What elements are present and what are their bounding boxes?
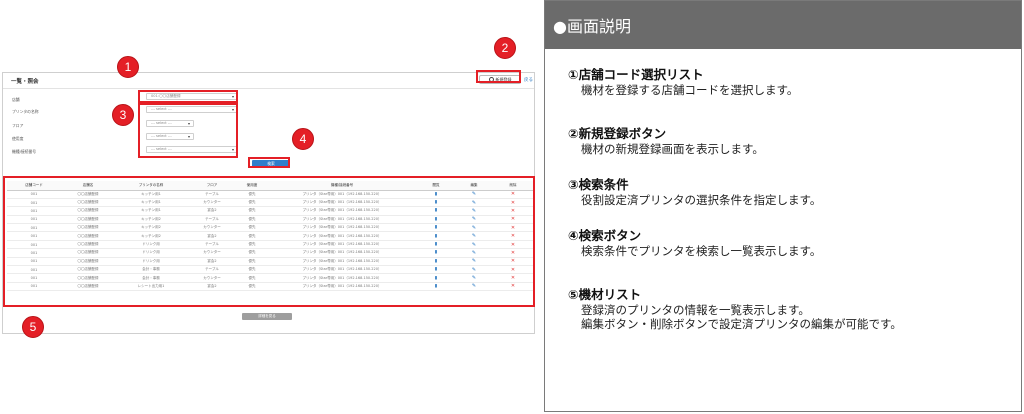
callout-5: 5	[22, 316, 44, 338]
page-title: 一覧・照会	[11, 79, 39, 85]
document-root: 一覧・照会 新規登録 戻る 店舗 001:〇〇店舗登録 ▾ プリンタの名称 --…	[0, 0, 1024, 414]
description-item-title: ③検索条件	[568, 177, 629, 192]
printer-name-label: プリンタの名称	[12, 109, 39, 114]
description-item-title: ②新規登録ボタン	[568, 126, 667, 141]
description-item-text: 機材を登録する店舗コードを選択します。	[581, 83, 799, 97]
highlight-register-button	[476, 70, 521, 83]
callout-2: 2	[494, 37, 516, 59]
description-item-title: ④検索ボタン	[568, 228, 642, 243]
description-item: ④検索ボタン 検索条件でプリンタを検索し一覧表示します。	[568, 225, 821, 258]
description-item: ③検索条件 役割設定済プリンタの選択条件を指定します。	[568, 174, 821, 207]
use-label: 使用度	[12, 136, 24, 141]
model-label: 機種/接続番号	[12, 149, 37, 154]
description-item-title: ⑤機材リスト	[568, 287, 642, 302]
floor-label: フロア	[12, 123, 24, 128]
description-item: ①店舗コード選択リスト 機材を登録する店舗コードを選択します。	[568, 64, 798, 97]
more-button[interactable]: 詳細を見る	[242, 313, 292, 320]
description-item-text: 役割設定済プリンタの選択条件を指定します。	[581, 193, 822, 207]
description-item: ⑤機材リスト 登録済のプリンタの情報を一覧表示します。 編集ボタン・削除ボタンで…	[568, 284, 902, 331]
callout-4: 4	[292, 128, 314, 150]
description-item-title: ①店舗コード選択リスト	[568, 67, 704, 82]
highlight-search-conditions	[138, 103, 238, 158]
description-item-text: 検索条件でプリンタを検索し一覧表示します。	[581, 244, 822, 258]
back-link[interactable]: 戻る	[524, 77, 533, 83]
highlight-equipment-list	[3, 176, 535, 307]
callout-1: 1	[117, 56, 139, 78]
divider	[3, 88, 534, 89]
description-item-text: 編集ボタン・削除ボタンで設定済プリンタの編集が可能です。	[581, 317, 902, 331]
highlight-store-select	[138, 90, 238, 103]
description-panel: ●画面説明 ①店舗コード選択リスト 機材を登録する店舗コードを選択します。 ②新…	[544, 0, 1022, 412]
description-item-text: 機材の新規登録画面を表示します。	[581, 142, 764, 156]
description-item-text: 登録済のプリンタの情報を一覧表示します。	[581, 303, 810, 317]
description-item: ②新規登録ボタン 機材の新規登録画面を表示します。	[568, 123, 764, 156]
highlight-search-button	[248, 157, 290, 168]
store-label: 店舗	[12, 97, 20, 102]
callout-3: 3	[112, 104, 134, 126]
description-header: ●画面説明	[545, 1, 1021, 49]
